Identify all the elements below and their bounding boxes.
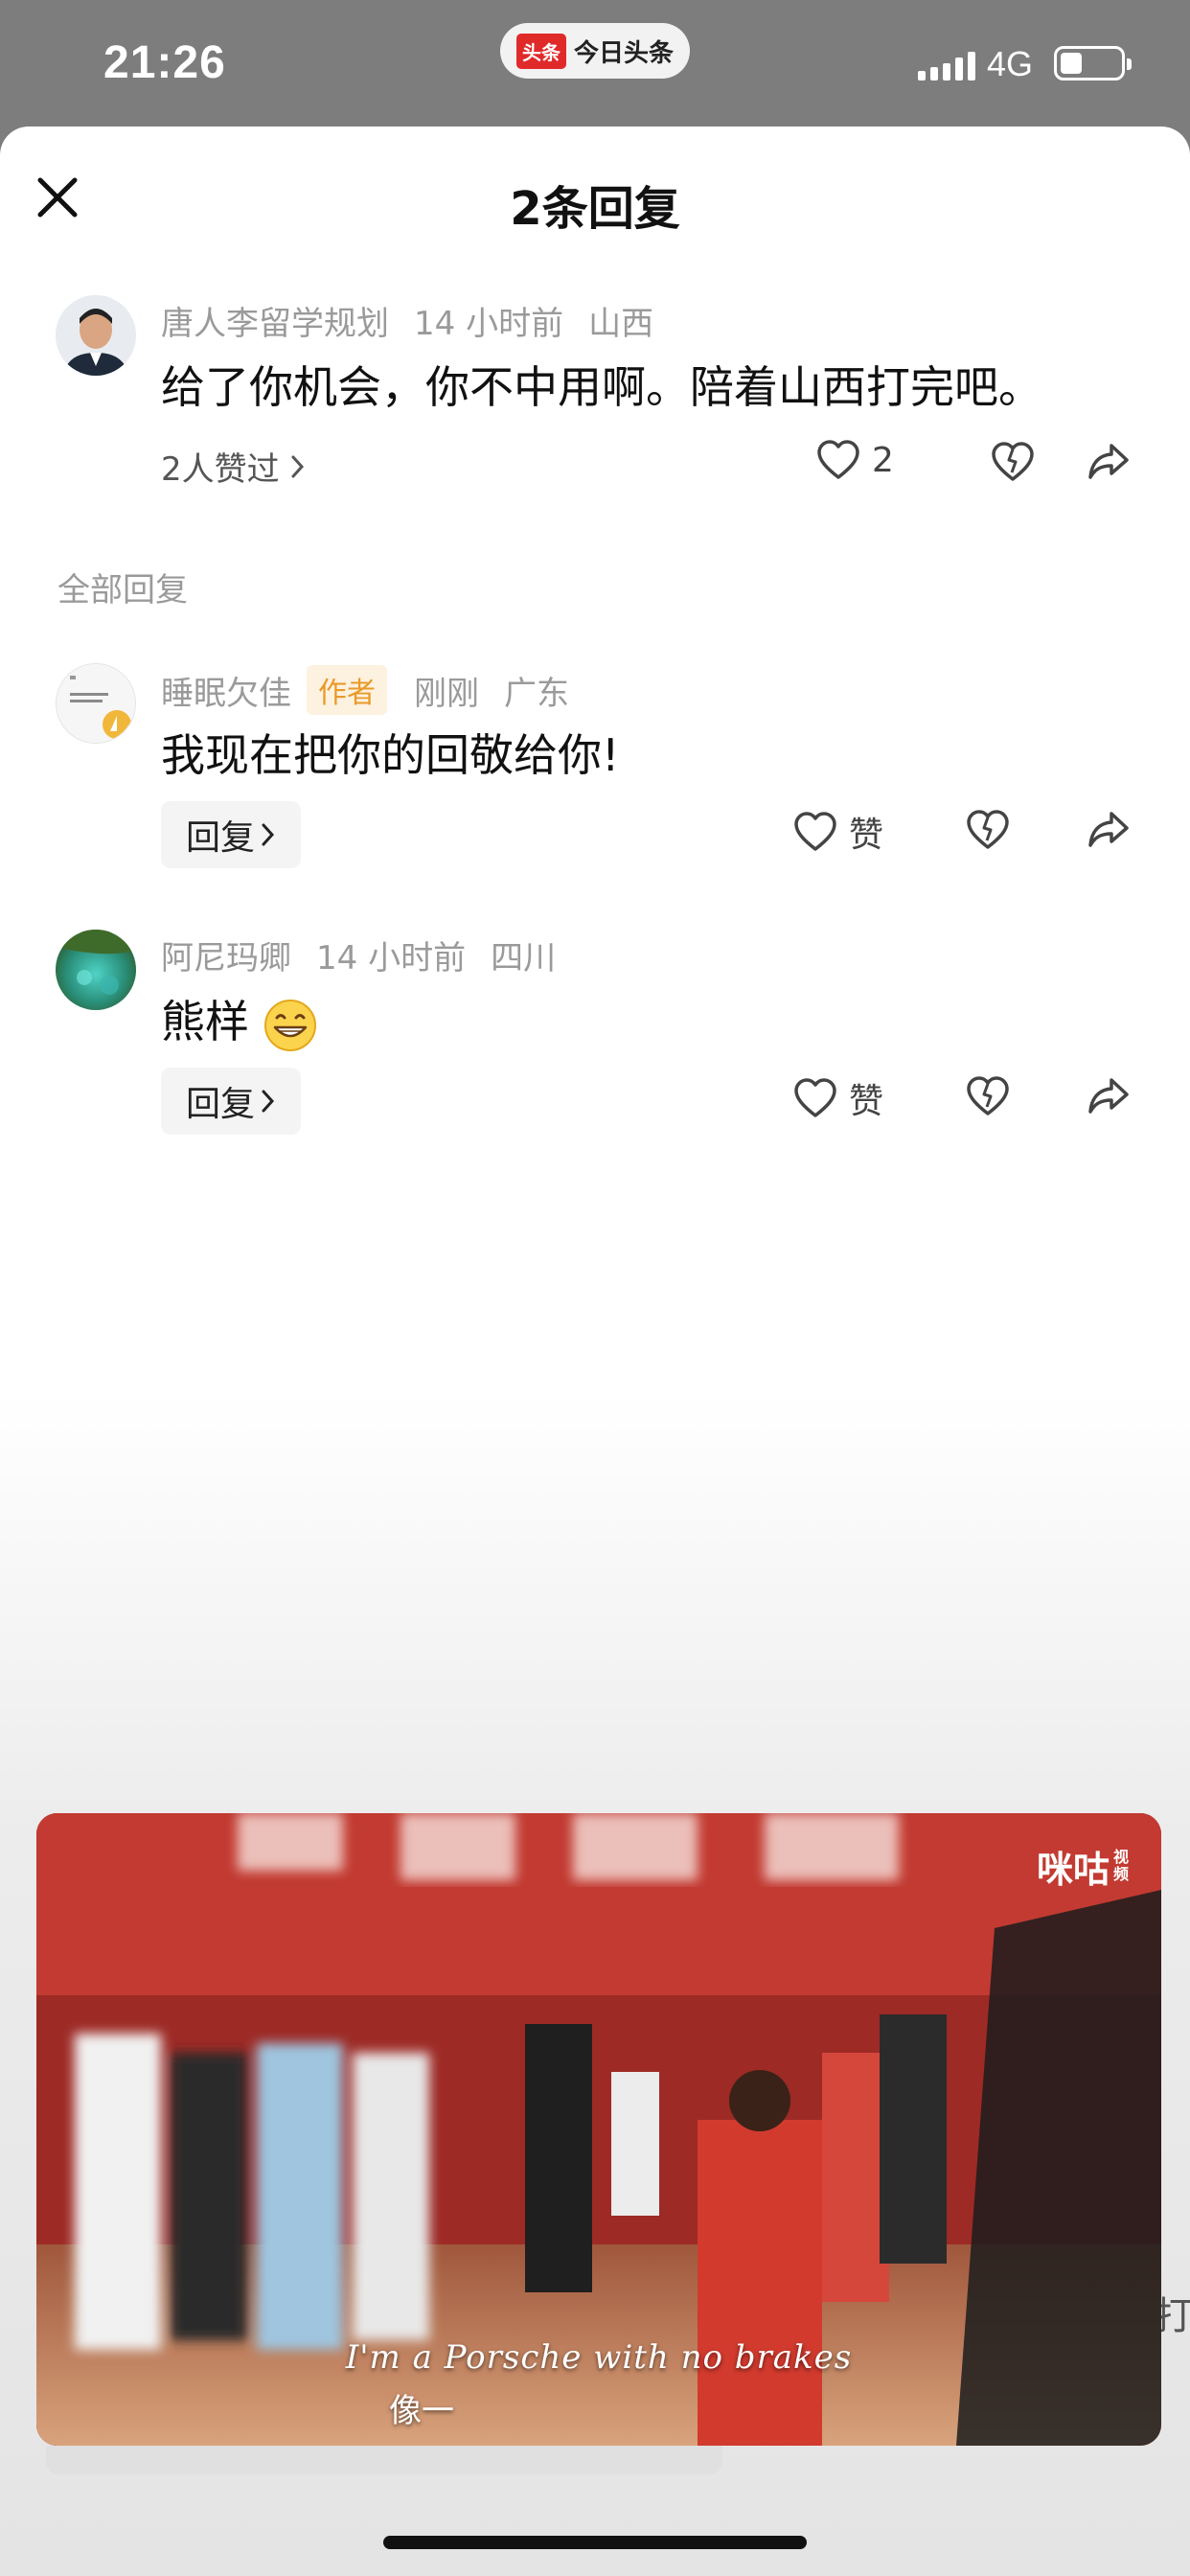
comment-location: 山西 xyxy=(588,305,654,343)
avatar[interactable] xyxy=(56,663,136,744)
app-name: 今日头条 xyxy=(573,38,674,68)
reply-time: 刚刚 xyxy=(414,674,479,713)
all-replies-label: 全部回复 xyxy=(57,571,188,610)
reply-text-value: 熊样 xyxy=(161,996,249,1047)
reply-text: 我现在把你的回敬给你! xyxy=(161,729,620,781)
author-name[interactable]: 唐人李留学规划 xyxy=(161,297,389,344)
author-name[interactable]: 睡眠欠佳 xyxy=(161,667,291,714)
heart-icon xyxy=(794,1078,836,1117)
sheet-title: 2条回复 xyxy=(510,182,680,236)
broken-heart-icon xyxy=(992,442,1034,481)
like-button[interactable]: 赞 xyxy=(793,807,883,857)
reply-button[interactable]: 回复 xyxy=(161,1068,301,1135)
reply-text: 熊样 xyxy=(161,987,317,1052)
app-logo: 头条 xyxy=(515,33,566,69)
video-watermark: 咪咕 视频 xyxy=(1037,1840,1133,1893)
share-icon xyxy=(1088,1078,1129,1114)
subtitle-chinese: 像一 xyxy=(389,2392,454,2430)
watermark-text: 咪咕 xyxy=(1036,1851,1110,1891)
grinning-emoji-icon xyxy=(263,999,316,1051)
floating-video-player[interactable]: 咪咕 视频 I'm a Porsche with no brakes 像一 xyxy=(36,1813,1161,2446)
heart-icon xyxy=(794,812,836,851)
app-indicator-pill[interactable]: 头条 今日头条 xyxy=(500,23,690,79)
share-button[interactable] xyxy=(1087,809,1131,851)
comment-time: 14 小时前 xyxy=(414,305,564,343)
share-button[interactable] xyxy=(1087,441,1131,483)
dislike-button[interactable] xyxy=(966,809,1010,851)
share-button[interactable] xyxy=(1087,1075,1131,1117)
background-input-bar xyxy=(46,2446,722,2474)
battery-icon xyxy=(1054,46,1132,80)
dislike-button[interactable] xyxy=(991,441,1035,483)
dislike-button[interactable] xyxy=(966,1075,1010,1117)
status-bar: 21:26 头条 今日头条 4G xyxy=(0,0,1190,126)
author-name[interactable]: 阿尼玛卿 xyxy=(161,932,291,978)
home-indicator[interactable] xyxy=(383,2536,807,2549)
reply-button[interactable]: 回复 xyxy=(161,801,301,868)
reply-button-label: 回复 xyxy=(185,1085,255,1124)
avatar[interactable] xyxy=(56,930,136,1010)
likers-link[interactable]: 2人赞过 xyxy=(161,443,307,490)
avatar[interactable] xyxy=(56,295,136,376)
share-icon xyxy=(1088,444,1129,479)
heart-icon xyxy=(817,440,859,479)
like-button[interactable]: 赞 xyxy=(793,1073,883,1123)
comment-text: 给了你机会，你不中用啊。陪着山西打完吧。 xyxy=(161,361,1042,413)
chevron-right-icon xyxy=(291,455,304,477)
reply-meta: 阿尼玛卿 14 小时前 四川 xyxy=(161,932,556,978)
reply-meta: 睡眠欠佳 作者 刚刚 广东 xyxy=(161,665,569,715)
author-badge: 作者 xyxy=(307,665,387,715)
share-icon xyxy=(1088,812,1129,847)
reply-time: 14 小时前 xyxy=(316,939,467,978)
chevron-right-icon xyxy=(262,1090,275,1113)
like-label: 赞 xyxy=(849,816,884,855)
reply-location: 广东 xyxy=(504,674,569,713)
chevron-right-icon xyxy=(262,823,275,846)
like-label: 赞 xyxy=(849,1082,884,1121)
broken-heart-icon xyxy=(967,1076,1009,1116)
reply-location: 四川 xyxy=(491,939,557,978)
network-type: 4G xyxy=(987,44,1034,83)
reply-button-label: 回复 xyxy=(185,818,255,858)
broken-heart-icon xyxy=(967,810,1009,849)
status-time: 21:26 xyxy=(103,37,226,88)
like-count: 2 xyxy=(872,440,894,480)
like-button[interactable]: 2 xyxy=(816,439,894,481)
comment-meta: 唐人李留学规划 14 小时前 山西 xyxy=(161,297,653,344)
subtitle-english: I'm a Porsche with no brakes xyxy=(345,2338,853,2377)
signal-icon xyxy=(918,48,975,80)
watermark-sub: 视频 xyxy=(1113,1849,1130,1883)
likers-label: 2人赞过 xyxy=(161,450,280,489)
